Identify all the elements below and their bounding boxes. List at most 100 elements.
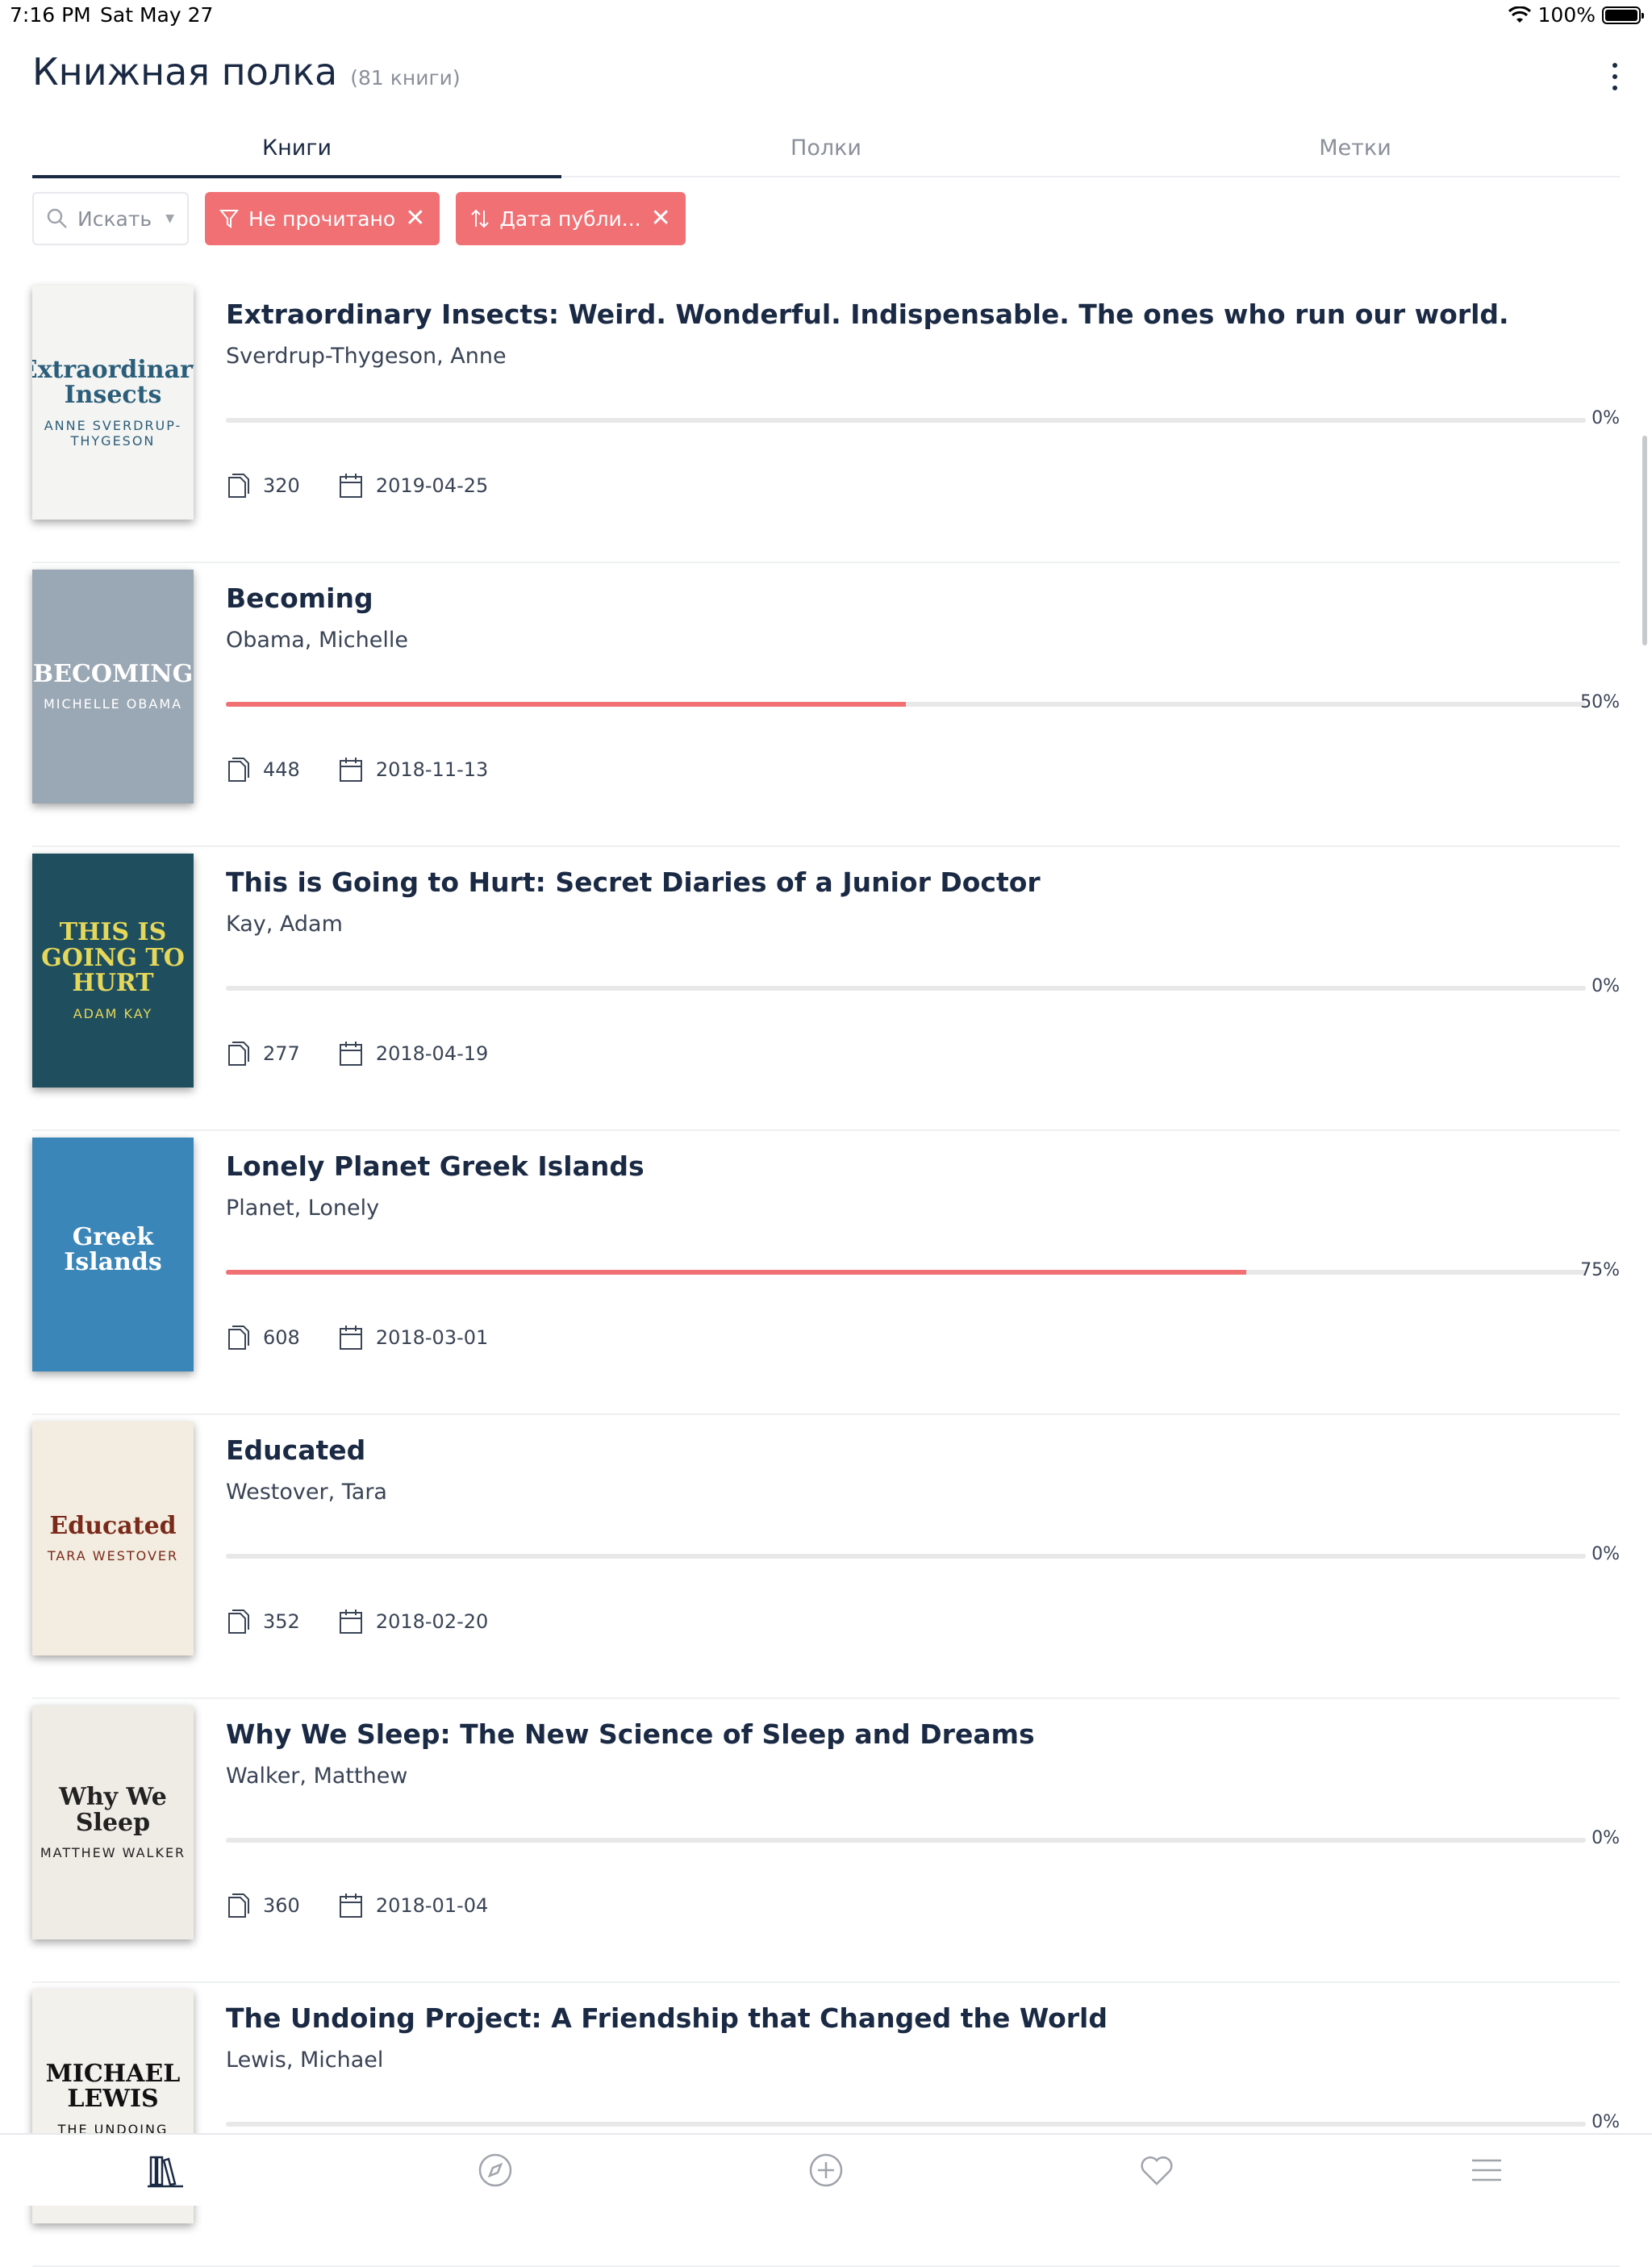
- cover-author: MATTHEW WALKER: [40, 1845, 186, 1860]
- tab-shelves[interactable]: Полки: [561, 121, 1091, 176]
- progress-fill: [226, 1270, 1246, 1275]
- book-row[interactable]: Why We Sleep MATTHEW WALKER Why We Sleep…: [32, 1699, 1620, 1983]
- sort-icon: [471, 209, 490, 228]
- progress-percent: 0%: [1592, 1828, 1620, 1848]
- book-author: Planet, Lonely: [226, 1196, 380, 1221]
- book-cover[interactable]: Educated TARA WESTOVER: [32, 1422, 194, 1655]
- book-author: Westover, Tara: [226, 1480, 387, 1505]
- book-row[interactable]: Greek Islands Lonely Planet Greek Island…: [32, 1131, 1620, 1415]
- calendar-icon: [339, 758, 362, 782]
- reading-progress-bar: [226, 702, 1586, 707]
- cover-title: Greek Islands: [64, 1222, 162, 1276]
- book-meta: 360 2018-01-04: [226, 1893, 488, 1918]
- book-author: Lewis, Michael: [226, 2048, 384, 2073]
- book-date: 2018-01-04: [375, 1894, 489, 1917]
- progress-percent: 0%: [1592, 408, 1620, 428]
- tab-tags[interactable]: Метки: [1091, 121, 1620, 176]
- book-pages: 608: [263, 1326, 300, 1349]
- cover-author: ADAM KAY: [73, 1005, 153, 1021]
- book-meta: 277 2018-04-19: [226, 1041, 488, 1067]
- book-title[interactable]: Lonely Planet Greek Islands: [226, 1150, 645, 1182]
- book-cover[interactable]: Greek Islands: [32, 1138, 194, 1371]
- book-date: 2018-04-19: [375, 1042, 489, 1065]
- book-row[interactable]: Educated TARA WESTOVER Educated Westover…: [32, 1415, 1620, 1699]
- calendar-icon: [339, 474, 362, 498]
- book-row[interactable]: Extraordinary Insects ANNE SVERDRUP-THYG…: [32, 279, 1620, 563]
- filter-chip-unread[interactable]: Не прочитано ✕: [205, 192, 440, 245]
- tabbar-discover[interactable]: [331, 2135, 661, 2206]
- reading-progress-bar: [226, 1554, 1586, 1559]
- sort-chip-date[interactable]: Дата публи... ✕: [456, 192, 686, 245]
- book-author: Sverdrup-Thygeson, Anne: [226, 344, 507, 369]
- book-meta: 352 2018-02-20: [226, 1609, 488, 1634]
- page-title: Книжная полка: [32, 50, 338, 94]
- reading-progress-bar: [226, 986, 1586, 991]
- book-title[interactable]: Why We Sleep: The New Science of Sleep a…: [226, 1718, 1035, 1750]
- status-date: Sat May 27: [100, 3, 214, 27]
- book-cover[interactable]: BECOMING MICHELLE OBAMA: [32, 570, 194, 804]
- book-meta: 608 2018-03-01: [226, 1325, 488, 1351]
- cover-title: Extraordinary Insects: [32, 355, 194, 409]
- tabbar-library[interactable]: [0, 2135, 331, 2206]
- cover-title: BECOMING: [32, 659, 194, 688]
- calendar-icon: [339, 1042, 362, 1066]
- pages-icon: [228, 1893, 249, 1918]
- book-row[interactable]: BECOMING MICHELLE OBAMA Becoming Obama, …: [32, 563, 1620, 847]
- book-title[interactable]: Extraordinary Insects: Weird. Wonderful.…: [226, 299, 1509, 330]
- calendar-icon: [339, 1326, 362, 1350]
- tabbar-menu[interactable]: [1321, 2135, 1652, 2206]
- book-pages: 320: [263, 474, 300, 497]
- search-button[interactable]: Искать ▼: [32, 192, 189, 245]
- reading-progress-bar: [226, 2122, 1586, 2127]
- menu-icon: [1472, 2159, 1502, 2181]
- book-pages: 352: [263, 1610, 300, 1633]
- search-label: Искать: [77, 207, 152, 231]
- progress-percent: 0%: [1592, 976, 1620, 996]
- book-cover[interactable]: Extraordinary Insects ANNE SVERDRUP-THYG…: [32, 286, 194, 520]
- close-icon[interactable]: ✕: [651, 207, 671, 231]
- segment-tabs: Книги Полки Метки: [32, 121, 1620, 178]
- battery-icon: [1602, 6, 1644, 24]
- progress-percent: 0%: [1592, 1544, 1620, 1564]
- status-right: 100%: [1508, 3, 1644, 27]
- cover-title: MICHAEL LEWIS: [45, 2059, 181, 2113]
- more-options-icon[interactable]: [1607, 63, 1623, 90]
- tab-books[interactable]: Книги: [32, 121, 561, 178]
- battery-percent: 100%: [1537, 3, 1596, 27]
- book-cover[interactable]: THIS IS GOING TO HURT ADAM KAY: [32, 854, 194, 1088]
- book-meta: 448 2018-11-13: [226, 757, 488, 783]
- book-row[interactable]: MICHAEL LEWIS THE UNDOING PROJECT The Un…: [32, 1983, 1620, 2267]
- pages-icon: [228, 758, 249, 782]
- book-date: 2018-02-20: [375, 1610, 489, 1633]
- cover-author: MICHELLE OBAMA: [43, 696, 183, 712]
- close-icon[interactable]: ✕: [405, 207, 425, 231]
- progress-percent: 75%: [1580, 1260, 1620, 1280]
- cover-title: THIS IS GOING TO HURT: [41, 918, 185, 998]
- book-pages: 277: [263, 1042, 300, 1065]
- library-icon: [147, 2156, 183, 2188]
- book-title[interactable]: Educated: [226, 1434, 365, 1466]
- search-icon: [47, 208, 67, 228]
- book-date: 2019-04-25: [375, 474, 489, 497]
- pages-icon: [228, 1042, 249, 1066]
- book-title[interactable]: This is Going to Hurt: Secret Diaries of…: [226, 866, 1041, 898]
- pages-icon: [228, 1326, 249, 1350]
- scroll-indicator[interactable]: [1642, 436, 1647, 645]
- tabbar-favorites[interactable]: [991, 2135, 1322, 2206]
- book-author: Obama, Michelle: [226, 628, 408, 653]
- progress-fill: [226, 702, 906, 707]
- book-title[interactable]: Becoming: [226, 582, 373, 614]
- book-pages: 360: [263, 1894, 300, 1917]
- book-title[interactable]: The Undoing Project: A Friendship that C…: [226, 2002, 1108, 2034]
- pages-icon: [228, 474, 249, 498]
- book-row[interactable]: THIS IS GOING TO HURT ADAM KAY This is G…: [32, 847, 1620, 1131]
- wifi-icon: [1508, 6, 1531, 23]
- pages-icon: [228, 1609, 249, 1634]
- progress-percent: 0%: [1592, 2112, 1620, 2132]
- book-cover[interactable]: Why We Sleep MATTHEW WALKER: [32, 1705, 194, 1939]
- book-count: (81 книги): [350, 66, 461, 90]
- tabbar-add[interactable]: [661, 2135, 991, 2206]
- book-list: Extraordinary Insects ANNE SVERDRUP-THYG…: [32, 279, 1620, 2267]
- progress-percent: 50%: [1580, 692, 1620, 712]
- calendar-icon: [339, 1609, 362, 1634]
